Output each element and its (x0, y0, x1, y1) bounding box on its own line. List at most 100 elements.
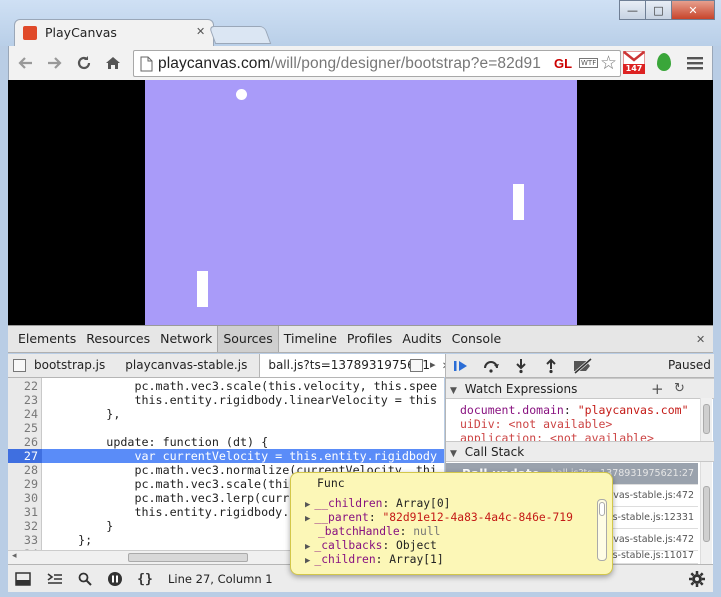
tab-network[interactable]: Network (155, 326, 217, 352)
line-number[interactable]: 31 (8, 505, 38, 519)
close-window-button[interactable]: ✕ (671, 0, 715, 20)
line-number[interactable]: 28 (8, 463, 38, 477)
property-name: _batchHandle (318, 525, 400, 538)
address-bar[interactable]: playcanvas.com/will/pong/designer/bootst… (133, 50, 621, 77)
wtf-extension-icon[interactable]: WTF (579, 58, 599, 68)
console-drawer-button[interactable] (44, 569, 66, 589)
popover-scrollbar[interactable] (597, 499, 607, 561)
expand-arrow-icon[interactable]: ▶ (305, 514, 310, 524)
callstack-vertical-scrollbar[interactable] (700, 462, 712, 564)
tab-audits[interactable]: Audits (397, 326, 446, 352)
deactivate-breakpoints-button[interactable] (572, 357, 594, 375)
tab-sources[interactable]: Sources (217, 326, 279, 352)
popover-scroll-thumb[interactable] (599, 502, 605, 516)
line-number[interactable]: 22 (8, 379, 38, 393)
line-number[interactable]: 26 (8, 435, 38, 449)
line-number[interactable]: 29 (8, 477, 38, 491)
tab-profiles[interactable]: Profiles (342, 326, 397, 352)
code-text: this.entity.rigidbody.linearVelocity = t… (50, 393, 438, 407)
step-out-button[interactable] (542, 358, 560, 374)
back-button[interactable] (15, 52, 37, 74)
call-stack-header[interactable]: ▼ Call Stack (446, 441, 714, 462)
popover-property[interactable]: ▶ _children: Array[1] (305, 553, 444, 567)
pong-paddle-left (197, 271, 208, 307)
pong-paddle-right (513, 184, 524, 220)
resume-button[interactable] (452, 358, 470, 374)
bookmark-star-icon[interactable]: ☆ (600, 52, 617, 74)
hamburger-menu-icon (687, 57, 703, 70)
tab-title: PlayCanvas (45, 25, 117, 40)
file-tabs-more-icon[interactable]: ▸ (430, 358, 436, 371)
tab-resources[interactable]: Resources (81, 326, 155, 352)
search-button[interactable] (74, 569, 96, 589)
debugger-toggle-icon[interactable] (410, 359, 423, 372)
property-value: Object (396, 539, 437, 552)
devtools-close-icon[interactable]: ✕ (696, 333, 705, 346)
home-button[interactable] (102, 52, 124, 74)
expand-arrow-icon[interactable]: ▶ (305, 556, 310, 566)
watch-expressions-title: Watch Expressions (464, 382, 578, 396)
add-watch-icon[interactable]: + (651, 379, 664, 399)
refresh-watch-icon[interactable]: ↻ (674, 379, 685, 399)
tab-elements[interactable]: Elements (13, 326, 81, 352)
expand-arrow-icon[interactable]: ▶ (305, 542, 310, 552)
property-separator: : (399, 525, 414, 538)
code-line[interactable]: 24 }, (8, 407, 444, 421)
code-line[interactable]: 25 (8, 421, 444, 435)
green-leaf-extension-icon[interactable] (657, 53, 671, 71)
url-text[interactable]: playcanvas.com/will/pong/designer/bootst… (158, 55, 541, 73)
code-line[interactable]: 22 pc.math.vec3.scale(this.velocity, thi… (8, 379, 444, 393)
watch-item[interactable]: uiDiv: <not available> (460, 417, 612, 431)
line-number[interactable]: 30 (8, 491, 38, 505)
tab-console[interactable]: Console (447, 326, 507, 352)
maximize-button[interactable]: □ (645, 0, 672, 20)
settings-button[interactable] (686, 569, 708, 589)
file-tab-playcanvas-stable[interactable]: playcanvas-stable.js (117, 354, 259, 377)
line-number[interactable]: 27 (8, 449, 42, 463)
property-value: null (413, 525, 441, 538)
popover-property[interactable]: ▶ _callbacks: Object (305, 539, 437, 553)
property-value: "82d91e12-4a83-4a4c-846e-719 (382, 511, 573, 524)
step-over-button[interactable] (482, 358, 500, 374)
reload-button[interactable] (73, 52, 95, 74)
watch-vertical-scrollbar[interactable] (700, 398, 712, 444)
line-number[interactable]: 33 (8, 533, 38, 547)
line-number[interactable]: 32 (8, 519, 38, 533)
forward-button[interactable] (43, 52, 65, 74)
pause-on-exceptions-button[interactable] (104, 569, 126, 589)
watch-item[interactable]: document.domain: "playcanvas.com" (460, 403, 689, 417)
code-line[interactable]: 23 this.entity.rigidbody.linearVelocity … (8, 393, 444, 407)
callstack-scroll-thumb[interactable] (703, 486, 710, 542)
gl-extension-icon[interactable]: GL (554, 56, 572, 71)
file-tab-bootstrap[interactable]: bootstrap.js (26, 354, 117, 377)
step-into-icon (516, 359, 526, 374)
expand-arrow-icon[interactable]: ▶ (305, 500, 310, 510)
code-line[interactable]: 26 update: function (dt) { (8, 435, 444, 449)
popover-property[interactable]: _batchHandle: null (305, 525, 440, 539)
dock-toggle-button[interactable] (12, 569, 34, 589)
scroll-thumb[interactable] (128, 553, 248, 562)
debugger-controls: Paused (446, 354, 714, 378)
scroll-left-icon[interactable]: ◂ (12, 551, 17, 561)
tab-close-icon[interactable]: ✕ (196, 25, 205, 38)
page-icon (140, 56, 153, 72)
line-number[interactable]: 23 (8, 393, 38, 407)
pong-ball (236, 89, 247, 100)
popover-property[interactable]: ▶ __parent: "82d91e12-4a83-4a4c-846e-719 (305, 511, 573, 525)
code-line[interactable]: 27 var currentVelocity = this.entity.rig… (8, 449, 444, 463)
browser-tab[interactable]: PlayCanvas ✕ (14, 19, 214, 47)
tab-timeline[interactable]: Timeline (279, 326, 342, 352)
line-number[interactable]: 25 (8, 421, 38, 435)
watch-expressions-header[interactable]: ▼ Watch Expressions + ↻ (446, 378, 714, 399)
minimize-button[interactable]: — (619, 0, 646, 20)
navigator-toggle-icon[interactable] (13, 359, 26, 372)
code-text: this.entity.rigidbody.li (50, 505, 304, 519)
popover-property[interactable]: ▶ __children: Array[0] (305, 497, 450, 511)
new-tab-button[interactable] (208, 26, 272, 44)
gmail-extension-icon[interactable]: 147 (622, 50, 646, 75)
watch-scroll-thumb[interactable] (703, 404, 710, 434)
line-number[interactable]: 24 (8, 407, 38, 421)
menu-button[interactable] (687, 56, 703, 70)
step-into-button[interactable] (512, 358, 530, 374)
pretty-print-button[interactable]: {} (134, 569, 156, 589)
